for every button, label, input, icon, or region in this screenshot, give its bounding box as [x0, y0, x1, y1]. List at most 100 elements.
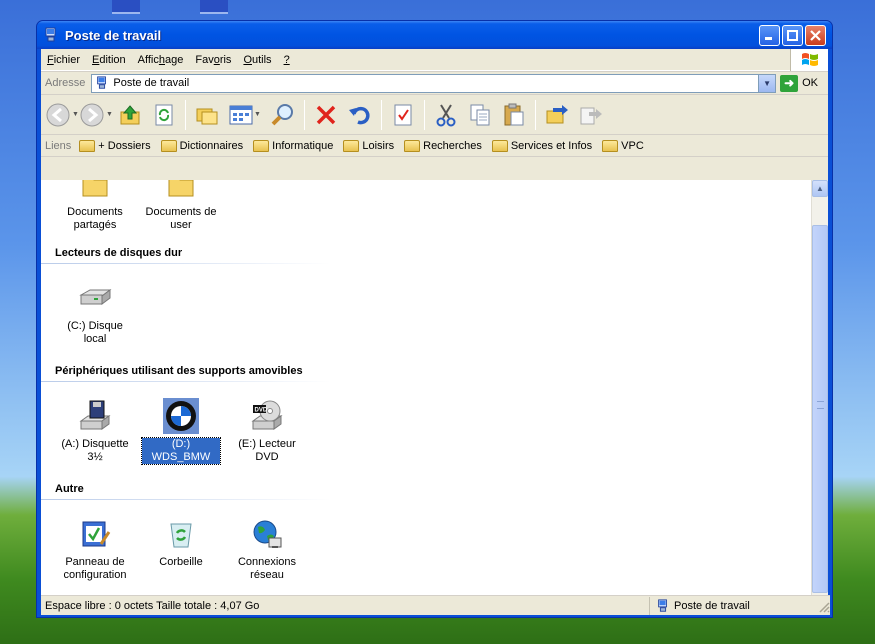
paste-icon: [504, 103, 524, 125]
control-panel-icon: [77, 516, 113, 552]
link-loisirs[interactable]: Loisirs: [343, 139, 394, 152]
address-label: Adresse: [45, 77, 86, 89]
back-button[interactable]: ▼: [45, 98, 79, 132]
menu-favoris[interactable]: Favoris: [189, 54, 237, 66]
control-panel-item[interactable]: Panneau de configuration: [56, 516, 134, 582]
drive-a-item[interactable]: (A:) Disquette 3½: [56, 398, 134, 464]
paste-button[interactable]: [497, 98, 531, 132]
delete-x-icon: [316, 105, 336, 124]
folder-icon: [160, 139, 177, 152]
minimize-icon: [765, 36, 772, 40]
copy-icon: [470, 104, 490, 125]
windows-logo-icon: [790, 49, 828, 71]
group-header-removable: Périphériques utilisant des supports amo…: [55, 365, 303, 377]
scroll-thumb[interactable]: [812, 225, 828, 593]
up-folder-icon: [120, 104, 140, 124]
move-to-icon: [546, 104, 568, 123]
views-icon: [229, 105, 253, 124]
address-input[interactable]: Poste de travail ▼: [91, 73, 777, 93]
menu-bar: Fichier Edition Affichage Favoris Outils…: [41, 49, 828, 71]
link-dossiers[interactable]: + Dossiers: [79, 139, 151, 152]
forward-arrow-icon: [80, 103, 104, 126]
vertical-scrollbar[interactable]: ▲ ▼: [811, 180, 828, 614]
floppy-drive-icon: [77, 398, 113, 434]
views-button[interactable]: ▼: [224, 98, 266, 132]
link-services[interactable]: Services et Infos: [491, 139, 592, 152]
back-arrow-icon: [46, 103, 70, 126]
shared-documents-item[interactable]: Documents partagés: [56, 180, 134, 232]
desktop-icon[interactable]: [200, 0, 228, 14]
status-free-space: Espace libre : 0 octets Taille totale : …: [41, 596, 650, 615]
delete-button[interactable]: [309, 98, 343, 132]
go-label: OK: [802, 77, 818, 89]
toolbar-separator: [185, 99, 186, 130]
close-icon: [810, 29, 821, 41]
chevron-down-icon: ▼: [763, 78, 772, 88]
undo-button[interactable]: [343, 98, 377, 132]
search-button[interactable]: [266, 98, 300, 132]
folder-icon: [404, 139, 421, 152]
search-icon: [271, 103, 293, 125]
drive-c-item[interactable]: (C:) Disque local: [56, 280, 134, 346]
window-body: Fichier Edition Affichage Favoris Outils…: [41, 49, 830, 615]
folder-icon: [253, 139, 270, 152]
refresh-button[interactable]: [147, 98, 181, 132]
scissors-icon: [436, 103, 456, 126]
folder-icon: [77, 180, 113, 202]
network-connections-item[interactable]: Connexions réseau: [228, 516, 306, 582]
recycle-bin-item[interactable]: Corbeille: [142, 516, 220, 569]
link-dictionnaires[interactable]: Dictionnaires: [160, 139, 243, 152]
computer-icon: [658, 598, 667, 612]
link-vpc[interactable]: VPC: [602, 139, 644, 152]
computer-icon: [45, 27, 56, 42]
folders-button[interactable]: [190, 98, 224, 132]
folder-icon: [79, 139, 96, 152]
menu-help[interactable]: ?: [278, 54, 296, 66]
toolbar-separator: [381, 99, 382, 130]
menu-affichage[interactable]: Affichage: [132, 54, 190, 66]
drive-d-item[interactable]: (D:) WDS_BMW: [141, 398, 221, 465]
folder-icon: [343, 139, 360, 152]
copy-button[interactable]: [463, 98, 497, 132]
group-divider: [41, 263, 331, 264]
title-bar[interactable]: Poste de travail: [37, 21, 832, 49]
menu-outils[interactable]: Outils: [237, 54, 277, 66]
copy-to-button[interactable]: [574, 98, 608, 132]
minimize-button[interactable]: [759, 24, 780, 46]
link-recherches[interactable]: Recherches: [404, 139, 482, 152]
desktop-icon[interactable]: [112, 0, 140, 14]
cut-button[interactable]: [429, 98, 463, 132]
explorer-window: Poste de travail Fichier Edition Afficha…: [36, 20, 833, 618]
forward-button[interactable]: ▼: [79, 98, 113, 132]
links-label: Liens: [45, 139, 72, 152]
up-folder-button[interactable]: [113, 98, 147, 132]
move-to-button[interactable]: [540, 98, 574, 132]
file-view[interactable]: Documents partagés Documents de user Lec…: [41, 180, 818, 614]
menu-fichier[interactable]: Fichier: [41, 54, 86, 66]
dvd-drive-icon: DVD: [249, 398, 285, 434]
undo-icon: [349, 106, 370, 124]
address-bar: Adresse Poste de travail ▼ ➜ OK: [41, 71, 828, 95]
bmw-logo-icon: [163, 398, 199, 434]
folder-icon: [602, 139, 619, 152]
refresh-icon: [155, 104, 173, 125]
go-arrow-icon: ➜: [780, 74, 799, 92]
svg-text:DVD: DVD: [255, 408, 268, 414]
computer-icon: [97, 76, 107, 89]
maximize-button[interactable]: [782, 24, 803, 46]
properties-button[interactable]: [386, 98, 420, 132]
group-divider: [41, 381, 331, 382]
scroll-up-button[interactable]: ▲: [812, 180, 828, 197]
resize-grip-icon[interactable]: [816, 599, 830, 613]
address-dropdown-button[interactable]: ▼: [758, 74, 776, 92]
menu-edition[interactable]: Edition: [86, 54, 132, 66]
go-button[interactable]: ➜ OK: [780, 74, 824, 92]
close-button[interactable]: [805, 24, 826, 46]
drive-e-item[interactable]: DVD (E:) Lecteur DVD: [228, 398, 306, 464]
link-informatique[interactable]: Informatique: [253, 139, 333, 152]
recycle-bin-icon: [163, 516, 199, 552]
user-documents-item[interactable]: Documents de user: [142, 180, 220, 232]
group-header-other: Autre: [55, 483, 84, 495]
toolbar-separator: [535, 99, 536, 130]
toolbar-separator: [424, 99, 425, 130]
